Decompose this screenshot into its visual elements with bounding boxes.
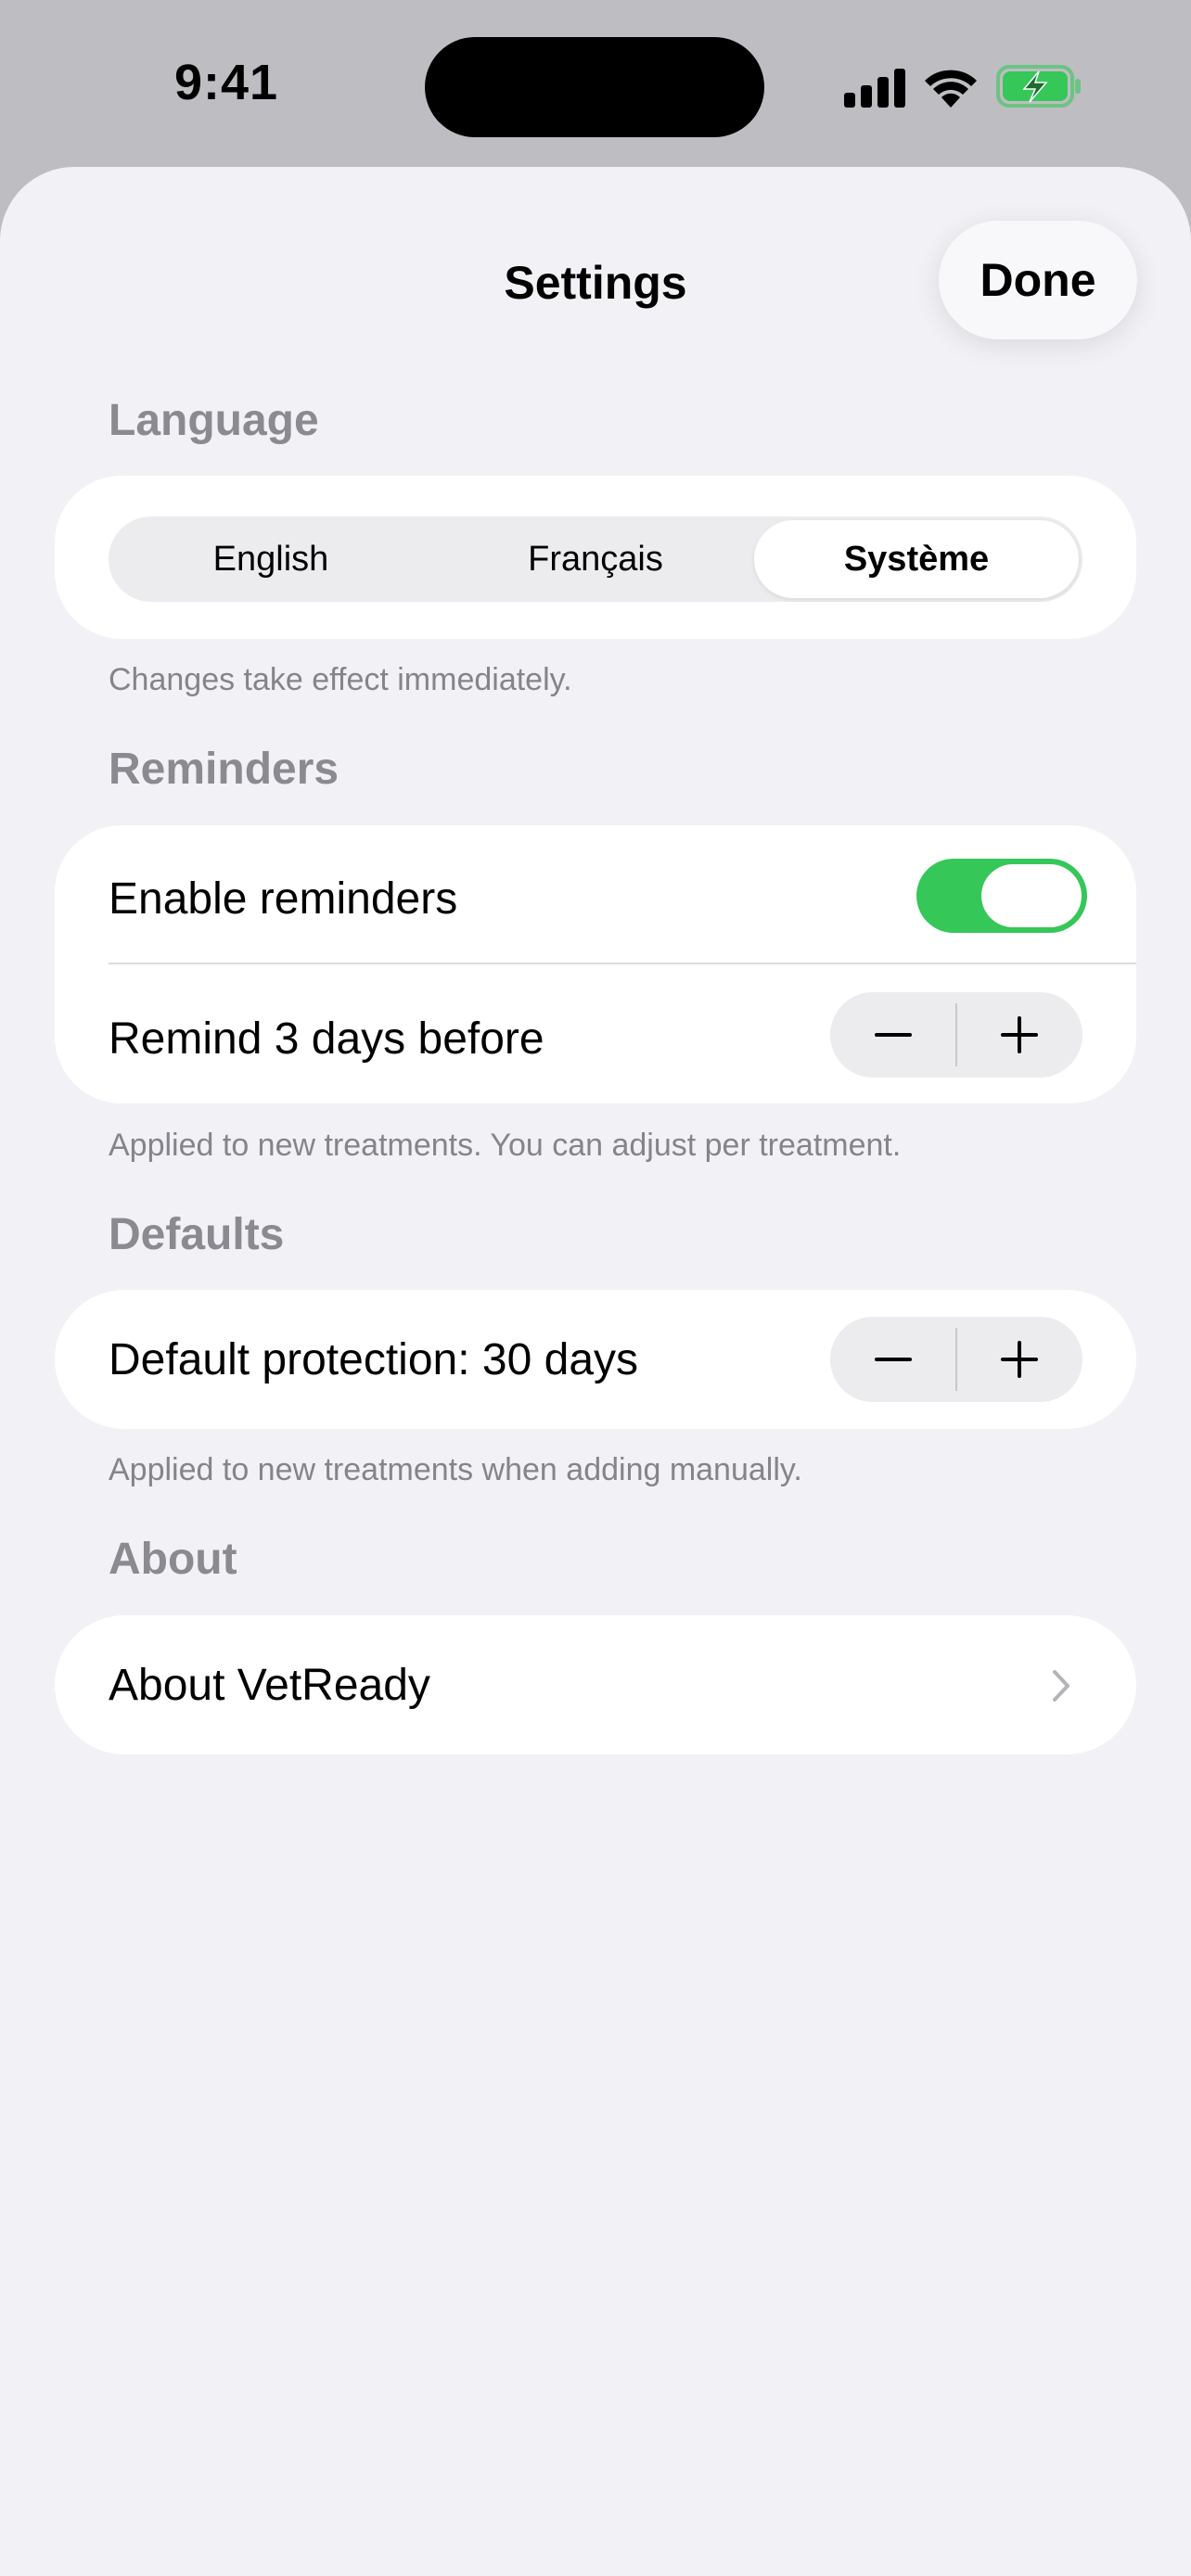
settings-sheet: Settings Done Language English Français … (0, 167, 1191, 2576)
enable-reminders-toggle[interactable] (916, 859, 1087, 933)
decrement-button[interactable] (830, 1317, 956, 1402)
section-header-reminders: Reminders (109, 745, 339, 794)
enable-reminders-label: Enable reminders (109, 874, 458, 924)
cellular-signal-icon (844, 69, 905, 108)
done-button[interactable]: Done (939, 221, 1137, 339)
minus-icon (875, 1033, 912, 1037)
section-header-about: About (109, 1535, 237, 1584)
section-header-language: Language (109, 396, 319, 445)
decrement-button[interactable] (830, 992, 956, 1078)
segment-francais[interactable]: Français (433, 516, 758, 602)
row-divider (109, 963, 1136, 964)
language-card: English Français Système (55, 476, 1136, 639)
defaults-card: Default protection: 30 days (55, 1290, 1136, 1429)
language-footnote: Changes take effect immediately. (109, 662, 572, 697)
plus-icon (1001, 1016, 1038, 1053)
reminders-card: Enable reminders Remind 3 days before (55, 825, 1136, 1103)
status-time: 9:41 (174, 55, 279, 110)
segment-systeme[interactable]: Système (754, 520, 1079, 598)
segment-english[interactable]: English (109, 516, 433, 602)
increment-button[interactable] (956, 992, 1082, 1078)
plus-icon (1001, 1341, 1038, 1378)
remind-days-label: Remind 3 days before (109, 1014, 544, 1064)
reminders-footnote: Applied to new treatments. You can adjus… (109, 1128, 902, 1163)
remind-days-stepper (830, 992, 1082, 1078)
wifi-icon (925, 70, 977, 108)
section-header-defaults: Defaults (109, 1210, 285, 1259)
status-bar: 9:41 (0, 0, 1191, 167)
about-row[interactable]: About VetReady (55, 1615, 1136, 1754)
chevron-right-icon (1053, 1670, 1069, 1702)
language-segmented-control: English Français Système (109, 516, 1082, 602)
toggle-knob (981, 864, 1082, 927)
increment-button[interactable] (956, 1317, 1082, 1402)
default-protection-label: Default protection: 30 days (109, 1335, 639, 1384)
minus-icon (875, 1358, 912, 1361)
battery-charging-icon (996, 65, 1081, 108)
defaults-footnote: Applied to new treatments when adding ma… (109, 1452, 802, 1487)
dynamic-island (425, 37, 764, 137)
default-protection-stepper (830, 1317, 1082, 1402)
about-label: About VetReady (109, 1661, 430, 1710)
